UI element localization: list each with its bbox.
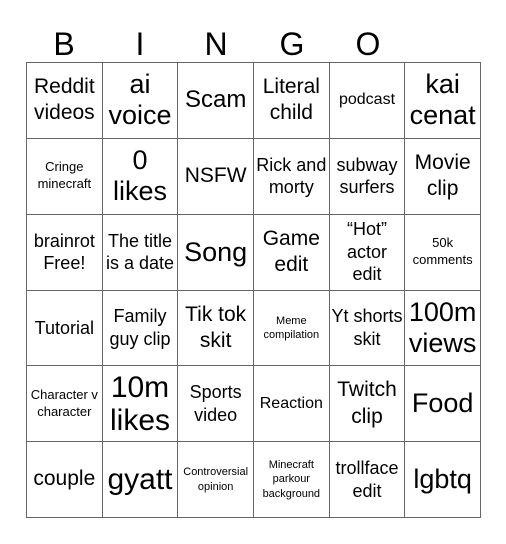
bingo-cell[interactable]: Game edit <box>253 214 330 291</box>
bingo-cell[interactable]: 0 likes <box>102 138 179 215</box>
bingo-cell[interactable]: Reddit videos <box>27 63 103 139</box>
bingo-cell[interactable]: Meme compilation <box>253 290 330 367</box>
bingo-cell[interactable]: “Hot” actor edit <box>329 214 406 291</box>
header-letter: B <box>53 26 75 62</box>
bingo-cell[interactable]: Minecraft parkour background <box>253 442 330 518</box>
bingo-cell[interactable]: subway surfers <box>329 138 406 215</box>
bingo-cell[interactable]: Food <box>405 366 481 443</box>
header-letter: N <box>204 26 228 62</box>
bingo-cell[interactable]: Song <box>178 214 254 291</box>
bingo-cell[interactable]: Yt shorts skit <box>329 290 406 367</box>
bingo-cell[interactable]: brainrot Free! <box>27 214 103 291</box>
bingo-cell[interactable]: Family guy clip <box>102 290 179 367</box>
bingo-cell[interactable]: Twitch clip <box>329 366 406 443</box>
bingo-cell[interactable]: gyatt <box>102 442 179 518</box>
bingo-cell[interactable]: NSFW <box>178 138 254 215</box>
bingo-cell[interactable]: Reaction <box>253 366 330 443</box>
bingo-cell[interactable]: Tik tok skit <box>178 290 254 367</box>
bingo-cell[interactable]: 100m views <box>405 290 481 367</box>
bingo-cell[interactable]: 50k comments <box>405 214 481 291</box>
bingo-cell[interactable]: Cringe minecraft <box>27 138 103 215</box>
bingo-header: B I N G O <box>26 26 406 62</box>
bingo-cell[interactable]: Literal child <box>253 63 330 139</box>
bingo-grid: Reddit videos ai voice Scam Literal child po… <box>26 62 481 518</box>
header-letter: O <box>355 26 381 62</box>
bingo-cell[interactable]: Rick and morty <box>253 138 330 215</box>
bingo-cell[interactable]: The title is a date <box>102 214 179 291</box>
bingo-cell[interactable]: kai cenat <box>405 63 481 139</box>
bingo-cell[interactable]: 10m likes <box>102 366 179 443</box>
bingo-cell[interactable]: Character v character <box>27 366 103 443</box>
header-letter: G <box>279 26 305 62</box>
bingo-cell[interactable]: ai voice <box>102 63 179 139</box>
bingo-cell[interactable]: Movie clip <box>405 138 481 215</box>
bingo-cell[interactable]: trollface edit <box>329 442 406 518</box>
bingo-cell[interactable]: lgbtq <box>405 442 481 518</box>
bingo-cell[interactable]: Sports video <box>178 366 254 443</box>
header-letter: I <box>135 26 145 62</box>
bingo-cell[interactable]: Scam <box>178 63 254 139</box>
bingo-cell[interactable]: Tutorial <box>27 290 103 367</box>
bingo-cell[interactable]: Controversial opinion <box>178 442 254 518</box>
bingo-cell[interactable]: podcast <box>329 63 406 139</box>
bingo-cell[interactable]: couple <box>27 442 103 518</box>
